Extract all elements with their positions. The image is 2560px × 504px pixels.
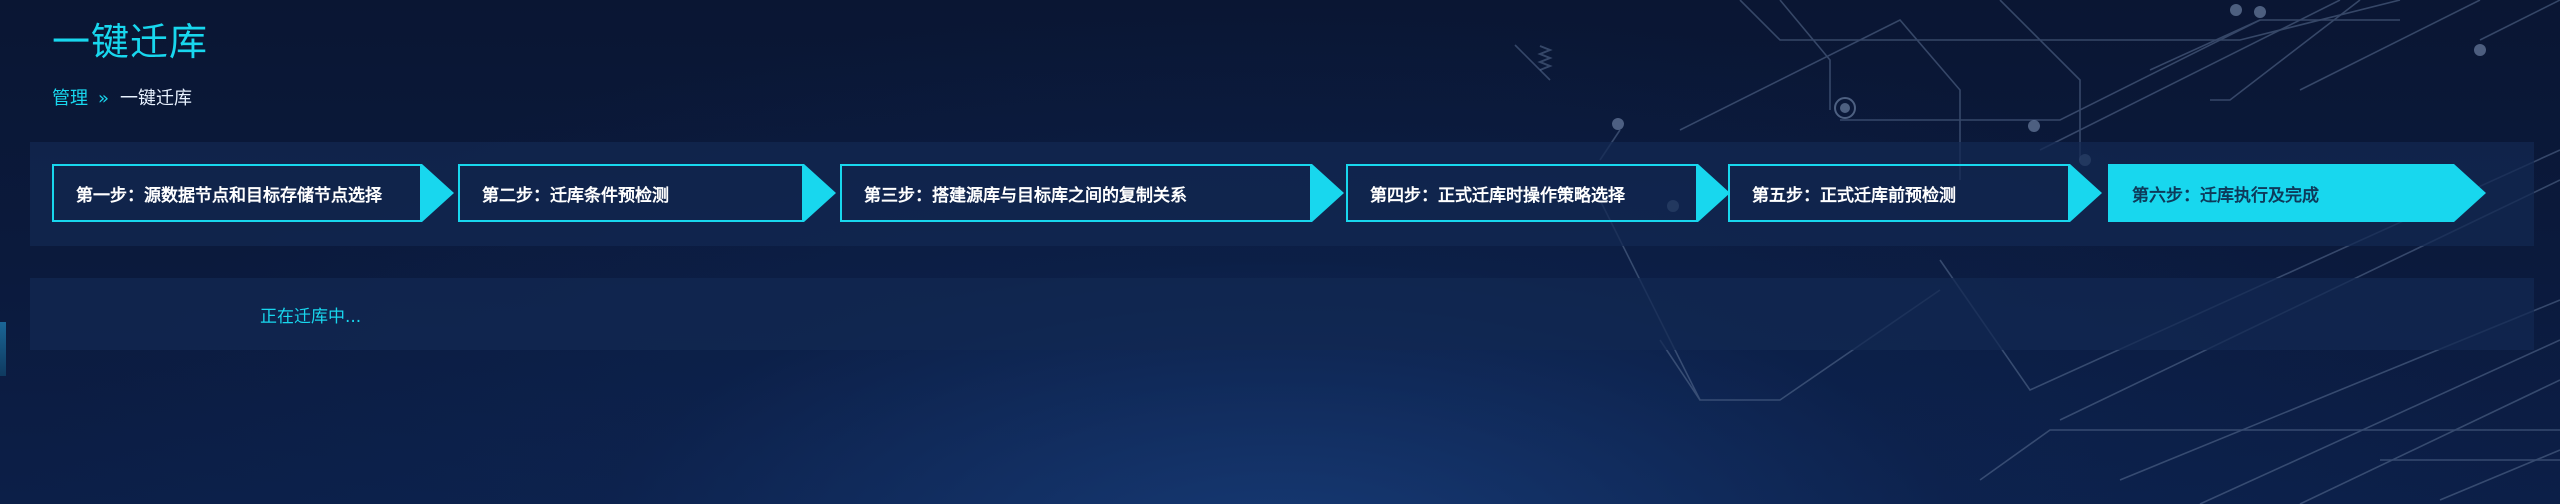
step-3-label: 第三步：搭建源库与目标库之间的复制关系 xyxy=(840,164,1312,222)
left-edge-accent xyxy=(0,322,6,376)
step-6-active[interactable]: 第六步：迁库执行及完成 xyxy=(2108,164,2486,222)
breadcrumb-current: 一键迁库 xyxy=(120,88,193,109)
step-5[interactable]: 第五步：正式迁库前预检测 xyxy=(1728,164,2102,222)
step-6-arrow-icon xyxy=(2454,164,2486,222)
migration-status-text: 正在迁库中... xyxy=(260,307,362,327)
step-4-arrow-icon xyxy=(1698,164,1730,222)
step-5-arrow-icon xyxy=(2070,164,2102,222)
step-1-arrow-icon xyxy=(422,164,454,222)
step-1[interactable]: 第一步：源数据节点和目标存储节点选择 xyxy=(52,164,454,222)
breadcrumb-parent-link[interactable]: 管理 xyxy=(52,88,88,110)
step-2-label: 第二步：迁库条件预检测 xyxy=(458,164,804,222)
page-header: 一键迁库 管理 » 一键迁库 xyxy=(52,18,208,110)
step-4[interactable]: 第四步：正式迁库时操作策略选择 xyxy=(1346,164,1730,222)
breadcrumb-separator-icon: » xyxy=(98,88,109,109)
step-6-label: 第六步：迁库执行及完成 xyxy=(2108,164,2454,222)
step-2-arrow-icon xyxy=(804,164,836,222)
page-title: 一键迁库 xyxy=(52,20,209,64)
circuit-background-decoration xyxy=(1514,0,2560,504)
wizard-steps-panel: 第一步：源数据节点和目标存储节点选择 第二步：迁库条件预检测 第三步：搭建源库与… xyxy=(30,142,2534,246)
step-3[interactable]: 第三步：搭建源库与目标库之间的复制关系 xyxy=(840,164,1344,222)
step-1-label: 第一步：源数据节点和目标存储节点选择 xyxy=(52,164,422,222)
breadcrumb: 管理 » 一键迁库 xyxy=(52,88,208,110)
step-4-label: 第四步：正式迁库时操作策略选择 xyxy=(1346,164,1698,222)
step-5-label: 第五步：正式迁库前预检测 xyxy=(1728,164,2070,222)
status-panel: 正在迁库中... xyxy=(30,278,2534,350)
step-2[interactable]: 第二步：迁库条件预检测 xyxy=(458,164,836,222)
step-3-arrow-icon xyxy=(1312,164,1344,222)
